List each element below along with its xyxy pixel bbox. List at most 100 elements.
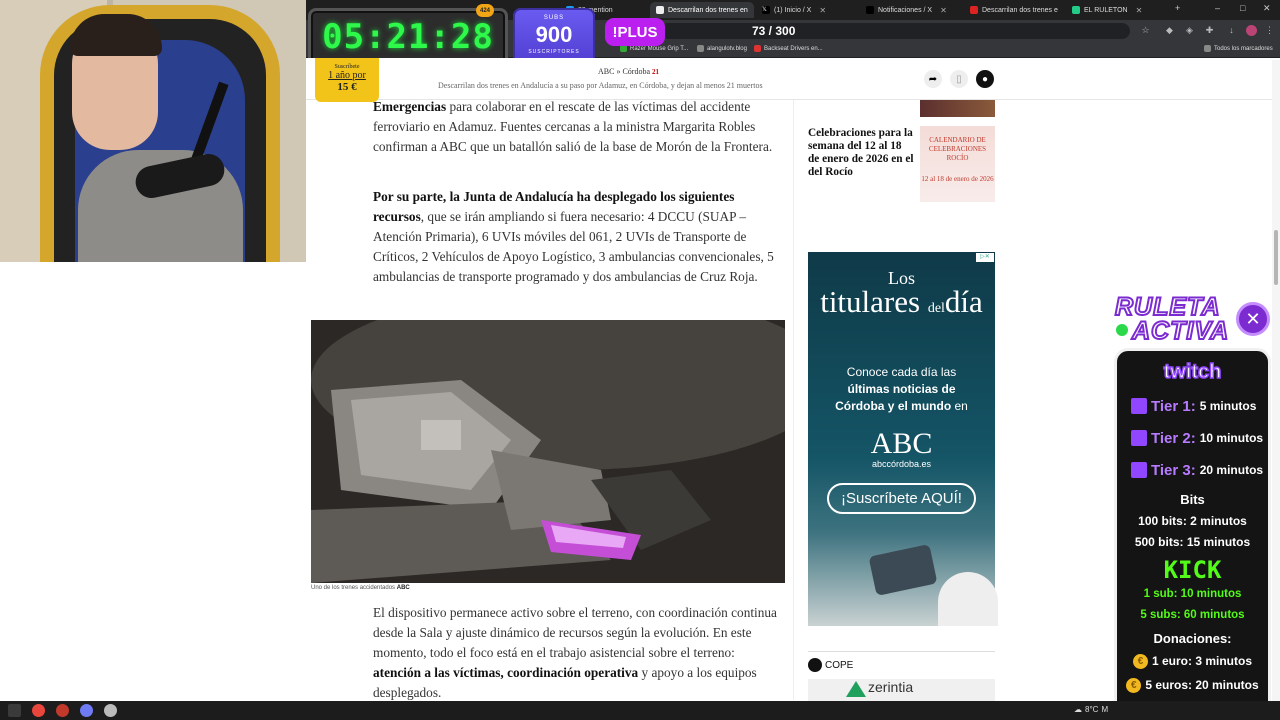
extensions-puzzle-icon[interactable]: ✚ [1204,25,1215,36]
profile-avatar-icon[interactable] [1246,25,1257,36]
ad-body-line: Córdoba y el mundo [835,399,952,413]
browser-tab[interactable]: EL RULETON ✕ [1066,2,1166,18]
bits-line: 500 bits: 15 minutos [1134,535,1251,549]
bookmark-favicon-icon [754,45,761,52]
ad-headline-word: día [944,284,983,319]
donations-header: Donaciones: [1153,631,1232,646]
column-divider [793,100,794,700]
taskbar-weather[interactable]: ☁ 8°C M [1074,705,1108,714]
extension-icon[interactable]: ◈ [1184,25,1195,36]
subscribe-promo[interactable]: Suscríbete 1 año por 15 € [315,58,379,102]
thumbnail-dates: 12 al 18 de enero de 2026 [921,175,994,183]
promo-price: 15 € [337,81,357,93]
bookmark-label: Todos los marcadores [1214,45,1273,52]
ad-body: Conoce cada día las últimas noticias de … [808,364,995,415]
twitch-glitch-icon [1131,462,1147,478]
tab-close-icon[interactable]: ✕ [940,6,947,15]
bookmark-item[interactable]: alangulotv.blog [697,45,747,52]
obs-taskbar-icon[interactable] [56,704,69,717]
browser-tab[interactable]: Descarrilan dos trenes e ✕ [964,2,1064,18]
sidebar-divider [808,651,995,652]
twitch-logo: twitch [1163,360,1222,384]
maximize-icon[interactable]: □ [1240,3,1245,13]
tab-close-icon[interactable]: ✕ [819,6,826,15]
timer-badge: 424 [476,4,494,17]
euro-coin-icon: € [1126,677,1142,693]
kick-line: 1 sub: 10 minutos [1143,588,1242,600]
close-window-icon[interactable]: ✕ [1263,3,1271,14]
zerintia-ad[interactable]: zerintia [808,679,995,701]
extension-icon[interactable]: ◆ [1164,25,1175,36]
tier-value: 10 minutos [1199,431,1264,445]
adchoices-icon[interactable]: ▷✕ [976,253,994,262]
bookmark-item[interactable]: Backseat Drivers en... [754,45,823,52]
tab-label: (1) Inicio / X [774,6,812,14]
twitch-glitch-icon [1131,430,1147,446]
browser-tab-active[interactable]: Descarrilan dos trenes en ✕ [650,2,754,18]
subs-count: 900 [535,22,573,47]
ad-subscribe-button[interactable]: ¡Suscríbete AQUÍ! [827,483,976,514]
page-scrollbar[interactable] [1272,60,1280,701]
tier-name: Tier 3: [1151,461,1196,479]
tier-name: Tier 2: [1151,429,1196,447]
phone-illustration [868,543,938,597]
zerintia-logo-icon [846,681,866,697]
article-photo[interactable] [311,320,785,583]
timer-value: 05:21:28 [322,17,494,57]
discord-taskbar-icon[interactable] [80,704,93,717]
live-status-dot [1114,322,1130,338]
all-bookmarks[interactable]: Todos los marcadores [1204,45,1273,52]
ad-body-line: últimas noticias de [847,382,956,396]
omnibox[interactable] [660,23,1130,39]
subscription-ad[interactable]: ▷✕ Los titulares deldía Conoce cada día … [808,252,998,626]
twitch-glitch-icon [1131,398,1147,414]
photo-caption: Uno de los trenes accidentados ABC [311,585,410,591]
cope-brand[interactable]: COPE [808,658,853,672]
roulette-panel: twitch Tier 1: 5 minutos Tier 2: 10 minuto… [1114,348,1271,716]
weather-extra: M [1101,705,1109,714]
chrome-taskbar-icon[interactable] [32,704,45,717]
share-icon[interactable]: ➦ [924,70,942,88]
tier-value: 5 minutos [1199,399,1257,413]
app-taskbar-icon[interactable] [104,704,117,717]
header-article-title: Descarrilan dos trenes en Andalucía a su… [438,81,763,90]
donation-row: €1 euro: 3 minutos [1117,649,1268,673]
user-account-icon[interactable]: ● [976,70,994,88]
browser-tab[interactable]: 𝕏 (1) Inicio / X ✕ [756,2,860,18]
tab-label: Descarrilan dos trenes e [982,6,1058,14]
logo-badge: 21 [652,68,660,76]
donation-row: €5 euros: 20 minutos [1117,673,1268,697]
globe-icon [697,45,704,52]
cope-logo-icon [808,658,822,672]
related-story-title[interactable]: Celebraciones para la semana del 12 al 1… [808,127,914,179]
new-tab-icon[interactable]: + [1175,3,1180,13]
ad-brand-logo: ABC [870,427,933,460]
cloud-icon: ☁ [1074,705,1082,714]
menu-kebab-icon[interactable]: ⋮ [1264,25,1275,36]
promo-line: 1 año por [328,70,366,81]
weather-temp: 8°C [1085,705,1099,714]
bookmark-icon[interactable]: ▯ [950,70,968,88]
related-story-thumbnail[interactable] [920,100,995,117]
thumbnail-title: CALENDARIO DE CELEBRACIONES ROCÍO [928,136,987,162]
roulette-close-icon: ✕ [1236,302,1270,336]
minimize-icon[interactable]: – [1215,3,1220,13]
tier-name: Tier 1: [1151,397,1196,415]
bookmark-star-icon[interactable]: ☆ [1140,25,1151,36]
progress-counter: 73 / 300 [752,24,796,38]
article-sticky-header [306,58,1280,100]
download-icon[interactable]: ↓ [1226,25,1237,36]
bookmark-item[interactable]: Razer Mouse Grip T... [620,45,688,52]
scrollbar-thumb[interactable] [1274,230,1278,285]
bits-header: Bits [1180,492,1205,507]
browser-tab[interactable]: Notificaciones / X ✕ [860,2,964,18]
tab-close-icon[interactable]: ✕ [1136,6,1143,15]
bookmark-label: Backseat Drivers en... [764,45,823,52]
site-logo[interactable]: ABC » Córdoba 21 [598,67,659,76]
euro-coin-icon: € [1132,653,1148,669]
start-icon[interactable] [8,704,21,717]
plus-command-badge: !PLUS [605,18,665,46]
article-paragraph: Emergencias para colaborar en el rescate… [373,97,785,157]
related-story-thumbnail[interactable]: CALENDARIO DE CELEBRACIONES ROCÍO 12 al … [920,126,995,202]
paragraph-text: El dispositivo permanece activo sobre el… [373,605,777,660]
